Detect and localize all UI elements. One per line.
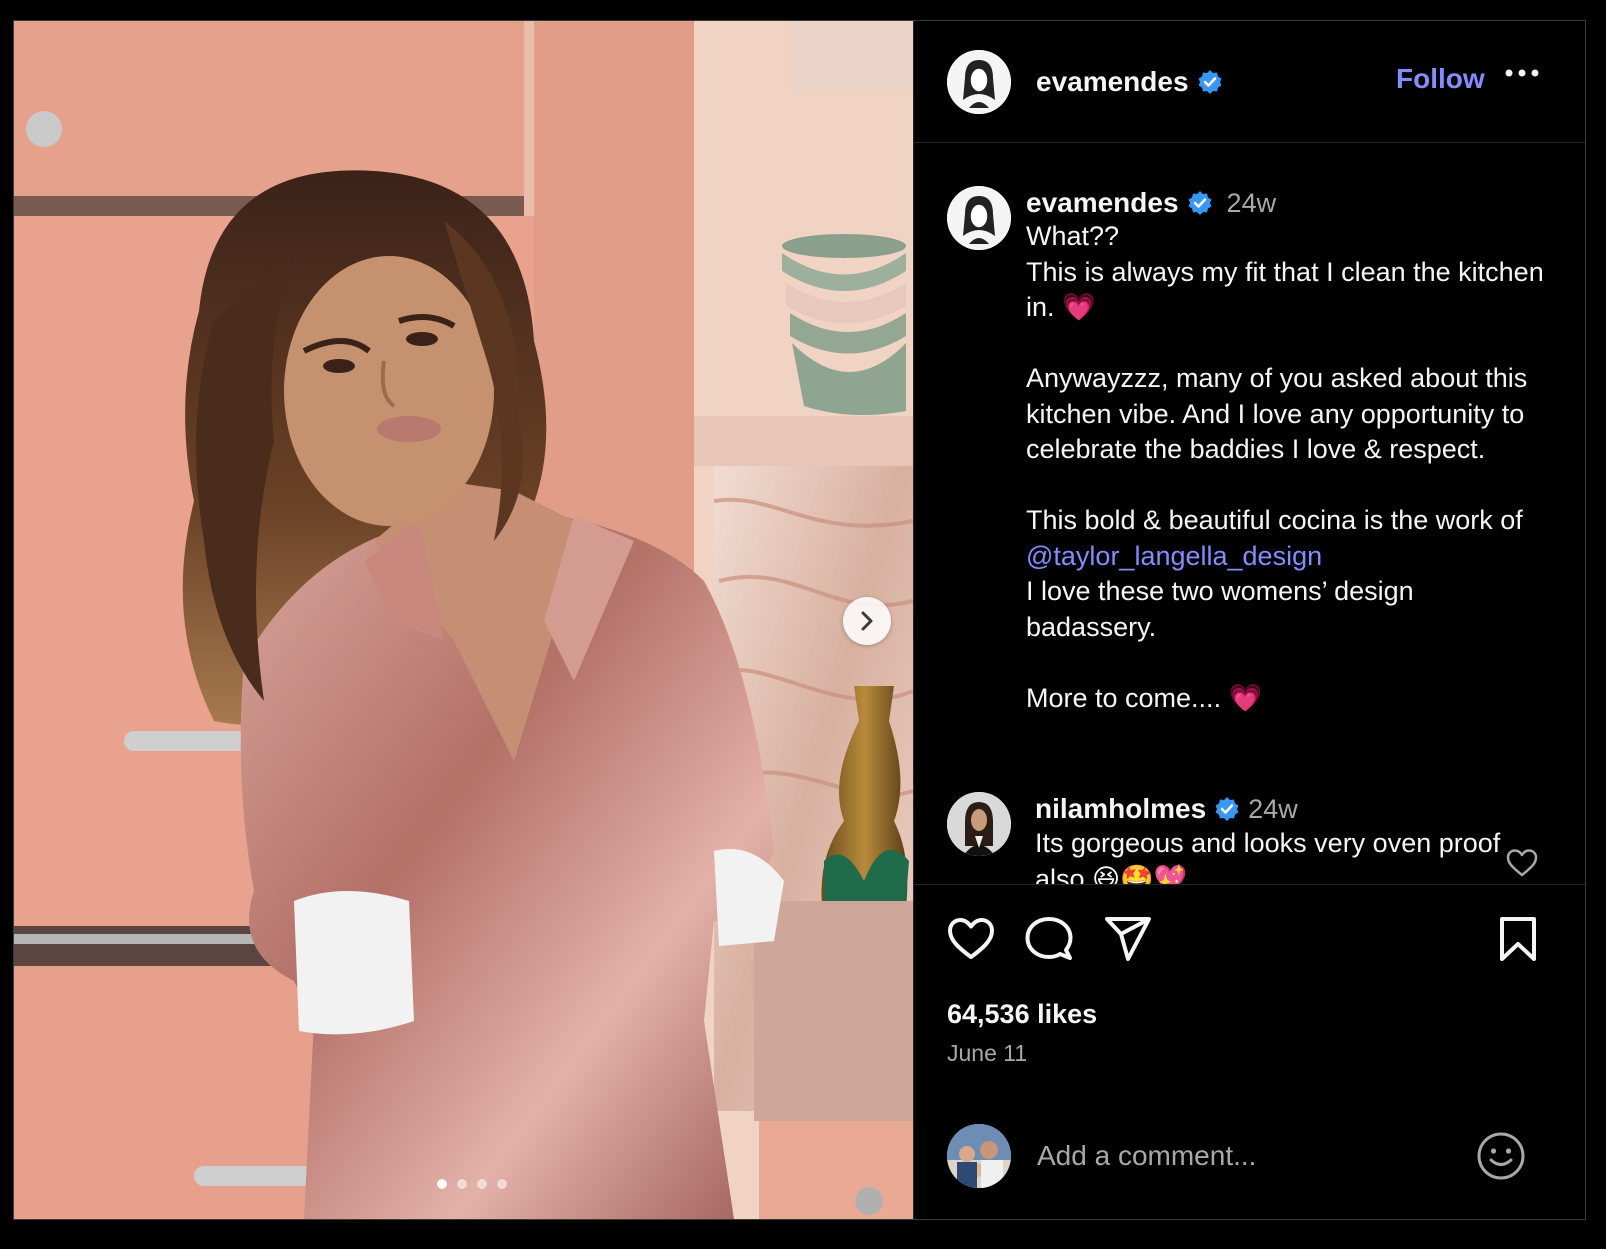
post-photo bbox=[14, 21, 913, 1219]
heart-icon bbox=[1506, 849, 1538, 877]
carousel-next-button[interactable] bbox=[843, 597, 891, 645]
more-options-button[interactable] bbox=[1505, 65, 1539, 83]
save-button[interactable] bbox=[1497, 916, 1539, 967]
carousel-dot bbox=[497, 1179, 507, 1189]
post-date: June 11 bbox=[947, 1040, 1028, 1066]
chevron-right-icon bbox=[861, 611, 873, 631]
post-media[interactable] bbox=[14, 21, 913, 1219]
verified-badge-icon bbox=[1188, 191, 1212, 215]
header-username[interactable]: evamendes bbox=[1036, 66, 1189, 98]
add-comment-bar bbox=[914, 1106, 1585, 1206]
emoji-picker-button[interactable] bbox=[1476, 1131, 1526, 1186]
caption-username[interactable]: evamendes bbox=[1026, 187, 1179, 219]
avatar[interactable] bbox=[947, 792, 1011, 856]
post-dialog: evamendes Follow evamendes 24w What?? Th… bbox=[13, 20, 1586, 1220]
verified-badge-icon bbox=[1215, 797, 1239, 821]
comments-section[interactable]: evamendes 24w What?? This is always my f… bbox=[914, 144, 1585, 885]
emoji-icon bbox=[1477, 1132, 1525, 1180]
avatar[interactable] bbox=[947, 49, 1011, 114]
avatar-image bbox=[947, 792, 1011, 856]
avatar-image bbox=[947, 49, 1011, 114]
comment-username[interactable]: nilamholmes bbox=[1035, 793, 1206, 825]
mention-link[interactable]: @taylor_langella_design bbox=[1026, 541, 1322, 571]
comment-timestamp: 24w bbox=[1248, 793, 1298, 824]
post-details-panel: evamendes Follow evamendes 24w What?? Th… bbox=[913, 21, 1585, 1219]
comment-like-button[interactable] bbox=[1506, 848, 1538, 883]
post-header: evamendes Follow bbox=[914, 21, 1585, 143]
avatar bbox=[947, 1124, 1011, 1188]
carousel-dot bbox=[457, 1179, 467, 1189]
caption-timestamp: 24w bbox=[1226, 187, 1277, 218]
bookmark-icon bbox=[1500, 917, 1536, 961]
caption-body-part: What?? This is always my fit that I clea… bbox=[1026, 221, 1544, 535]
action-bar bbox=[947, 916, 1557, 976]
carousel-dot bbox=[477, 1179, 487, 1189]
comment-item: nilamholmes 24w Its gorgeous and looks v… bbox=[947, 792, 1567, 885]
avatar-image bbox=[947, 1124, 1011, 1188]
likes-count[interactable]: 64,536 likes bbox=[947, 999, 1097, 1030]
share-button[interactable] bbox=[1104, 916, 1152, 967]
comment-bubble-icon bbox=[1025, 917, 1073, 960]
comment-input[interactable] bbox=[1037, 1140, 1467, 1172]
post-caption: evamendes 24w What?? This is always my f… bbox=[947, 186, 1567, 716]
heart-icon bbox=[948, 918, 994, 959]
carousel-dot bbox=[437, 1179, 447, 1189]
comment-text: Its gorgeous and looks very oven proof a… bbox=[1035, 828, 1501, 885]
caption-text: What?? This is always my fit that I clea… bbox=[1026, 219, 1546, 716]
like-button[interactable] bbox=[947, 916, 995, 967]
more-horizontal-icon bbox=[1505, 69, 1539, 77]
avatar-image bbox=[947, 186, 1011, 250]
verified-badge-icon bbox=[1198, 69, 1222, 94]
send-icon bbox=[1105, 917, 1151, 961]
avatar[interactable] bbox=[947, 186, 1011, 250]
comment-button[interactable] bbox=[1025, 916, 1073, 967]
follow-button[interactable]: Follow bbox=[1396, 63, 1485, 95]
carousel-indicator bbox=[437, 1179, 507, 1189]
caption-body-part: I love these two womens’ design badasser… bbox=[1026, 576, 1414, 713]
